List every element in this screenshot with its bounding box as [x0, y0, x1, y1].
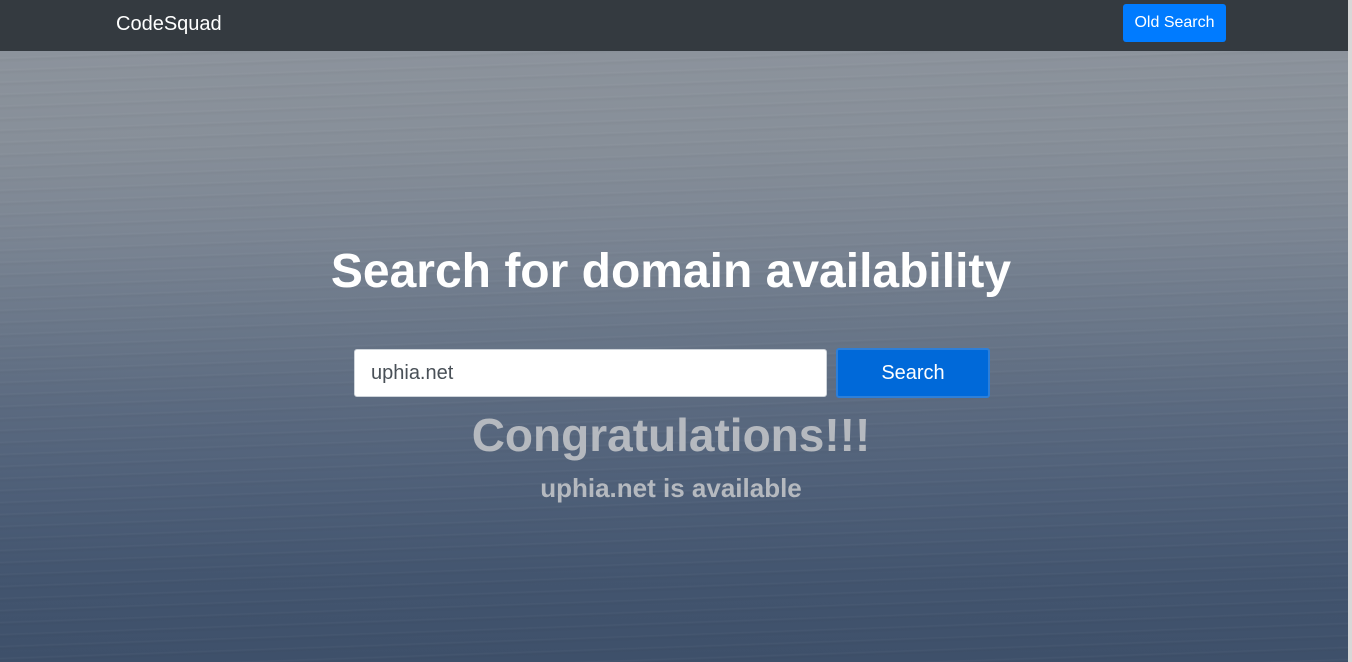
page: CodeSquad Old Search Search for domain a… [0, 0, 1352, 662]
page-title: Search for domain availability [330, 245, 1012, 298]
old-search-button[interactable]: Old Search [1123, 4, 1226, 42]
brand-link[interactable]: CodeSquad [116, 12, 222, 36]
search-button[interactable]: Search [836, 348, 990, 398]
result-message: uphia.net is available [540, 473, 802, 503]
scrollbar[interactable] [1348, 0, 1352, 662]
domain-search-input[interactable] [354, 349, 827, 397]
result-headline: Congratulations!!! [471, 409, 871, 461]
navbar: CodeSquad Old Search [0, 0, 1348, 51]
